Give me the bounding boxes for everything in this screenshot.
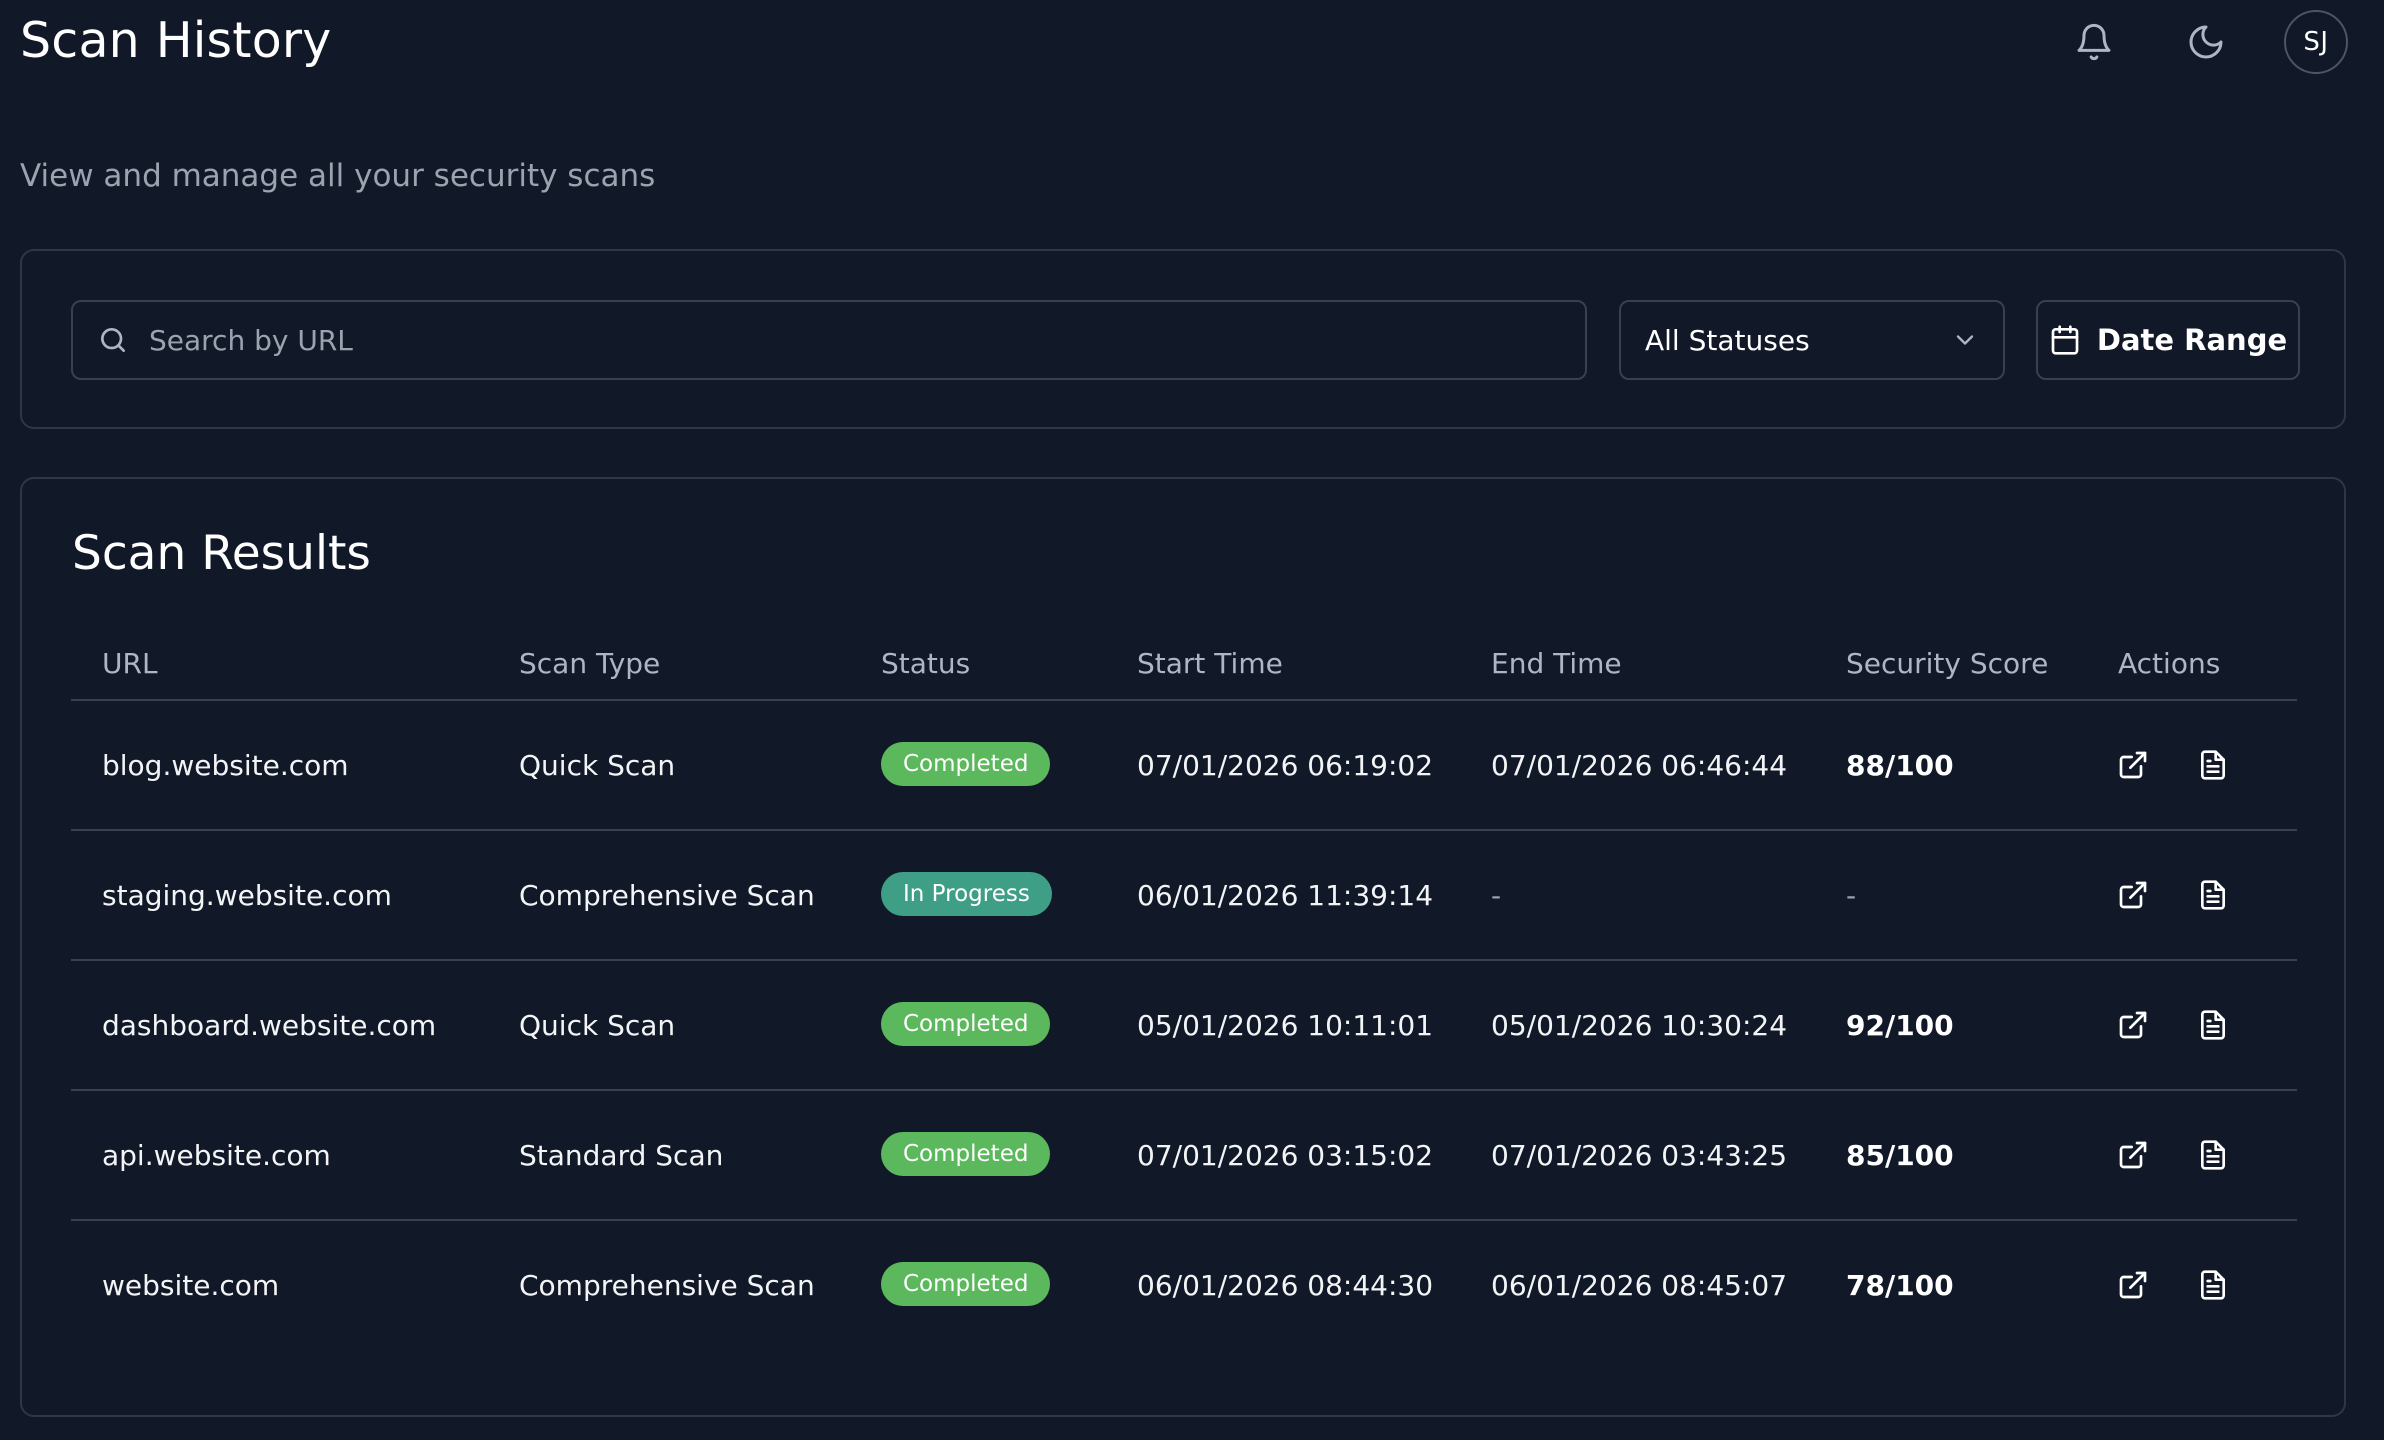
external-link-icon	[2119, 751, 2147, 779]
row-end-time: 06/01/2026 08:45:07	[1491, 1269, 1788, 1302]
row-url: api.website.com	[102, 1139, 331, 1172]
column-header-start-time: Start Time	[1137, 647, 1283, 680]
theme-toggle-button[interactable]	[2174, 10, 2238, 74]
open-scan-button[interactable]	[2113, 875, 2153, 915]
external-link-icon	[2119, 1011, 2147, 1039]
row-url: blog.website.com	[102, 749, 349, 782]
file-text-icon	[2201, 1010, 2225, 1040]
row-security-score: 92/100	[1846, 1009, 1954, 1042]
header-actions: SJ	[2062, 10, 2348, 74]
calendar-icon	[2051, 325, 2079, 355]
row-security-score: -	[1846, 879, 1857, 912]
table-header: URL Scan Type Status Start Time End Time…	[71, 619, 2297, 701]
view-report-button[interactable]	[2193, 745, 2233, 785]
row-scan-type: Quick Scan	[519, 1009, 676, 1042]
file-text-icon	[2201, 880, 2225, 910]
view-report-button[interactable]	[2193, 1005, 2233, 1045]
row-end-time: 05/01/2026 10:30:24	[1491, 1009, 1788, 1042]
column-header-end-time: End Time	[1491, 647, 1622, 680]
results-card: Scan Results URL Scan Type Status Start …	[20, 477, 2346, 1417]
external-link-icon	[2119, 1271, 2147, 1299]
row-start-time: 05/01/2026 10:11:01	[1137, 1009, 1434, 1042]
row-end-time: -	[1491, 879, 1502, 912]
table-row: staging.website.com Comprehensive Scan I…	[71, 831, 2297, 961]
open-scan-button[interactable]	[2113, 1135, 2153, 1175]
row-end-time: 07/01/2026 06:46:44	[1491, 749, 1788, 782]
file-text-icon	[2201, 1140, 2225, 1170]
row-scan-type: Comprehensive Scan	[519, 879, 815, 912]
view-report-button[interactable]	[2193, 875, 2233, 915]
row-start-time: 07/01/2026 06:19:02	[1137, 749, 1434, 782]
column-header-scan-type: Scan Type	[519, 647, 661, 680]
status-badge: In Progress	[881, 872, 1052, 916]
table-row: blog.website.com Quick Scan Completed 07…	[71, 701, 2297, 831]
results-title: Scan Results	[72, 526, 371, 581]
status-badge: Completed	[881, 1002, 1051, 1046]
row-scan-type: Standard Scan	[519, 1139, 724, 1172]
date-range-button[interactable]: Date Range	[2036, 300, 2300, 380]
row-security-score: 78/100	[1846, 1269, 1954, 1302]
page-subtitle: View and manage all your security scans	[20, 158, 656, 194]
view-report-button[interactable]	[2193, 1265, 2233, 1305]
row-url: staging.website.com	[102, 879, 392, 912]
open-scan-button[interactable]	[2113, 1265, 2153, 1305]
chevron-down-icon	[1956, 335, 1974, 345]
status-badge: Completed	[881, 1132, 1051, 1176]
open-scan-button[interactable]	[2113, 1005, 2153, 1045]
status-badge: Completed	[881, 742, 1051, 786]
notifications-button[interactable]	[2062, 10, 2126, 74]
external-link-icon	[2119, 881, 2147, 909]
filter-card: All Statuses Date Range	[20, 249, 2346, 429]
search-box[interactable]	[71, 300, 1587, 380]
row-start-time: 06/01/2026 11:39:14	[1137, 879, 1434, 912]
column-header-actions: Actions	[2118, 647, 2221, 680]
column-header-security-score: Security Score	[1846, 647, 2049, 680]
row-url: dashboard.website.com	[102, 1009, 437, 1042]
bell-icon	[2077, 23, 2111, 61]
open-scan-button[interactable]	[2113, 745, 2153, 785]
row-scan-type: Quick Scan	[519, 749, 676, 782]
status-filter-value: All Statuses	[1645, 323, 1810, 357]
avatar[interactable]: SJ	[2284, 10, 2348, 74]
file-text-icon	[2201, 1270, 2225, 1300]
row-scan-type: Comprehensive Scan	[519, 1269, 815, 1302]
date-range-label: Date Range	[2096, 323, 2288, 357]
row-start-time: 06/01/2026 08:44:30	[1137, 1269, 1434, 1302]
row-end-time: 07/01/2026 03:43:25	[1491, 1139, 1788, 1172]
view-report-button[interactable]	[2193, 1135, 2233, 1175]
status-filter-select[interactable]: All Statuses	[1619, 300, 2005, 380]
row-start-time: 07/01/2026 03:15:02	[1137, 1139, 1434, 1172]
scan-history-page: Scan History SJ View and manage all your…	[0, 0, 2384, 1440]
row-security-score: 88/100	[1846, 749, 1954, 782]
page-title: Scan History	[20, 12, 332, 69]
table-row: website.com Comprehensive Scan Completed…	[71, 1221, 2297, 1351]
column-header-status: Status	[881, 647, 971, 680]
row-security-score: 85/100	[1846, 1139, 1954, 1172]
table-row: dashboard.website.com Quick Scan Complet…	[71, 961, 2297, 1091]
moon-icon	[2189, 25, 2223, 59]
scan-results-table: URL Scan Type Status Start Time End Time…	[71, 619, 2297, 1351]
file-text-icon	[2201, 750, 2225, 780]
search-input[interactable]	[149, 323, 1529, 357]
status-badge: Completed	[881, 1262, 1051, 1306]
table-row: api.website.com Standard Scan Completed …	[71, 1091, 2297, 1221]
row-url: website.com	[102, 1269, 280, 1302]
column-header-url: URL	[102, 647, 158, 680]
search-icon	[101, 328, 125, 352]
external-link-icon	[2119, 1141, 2147, 1169]
